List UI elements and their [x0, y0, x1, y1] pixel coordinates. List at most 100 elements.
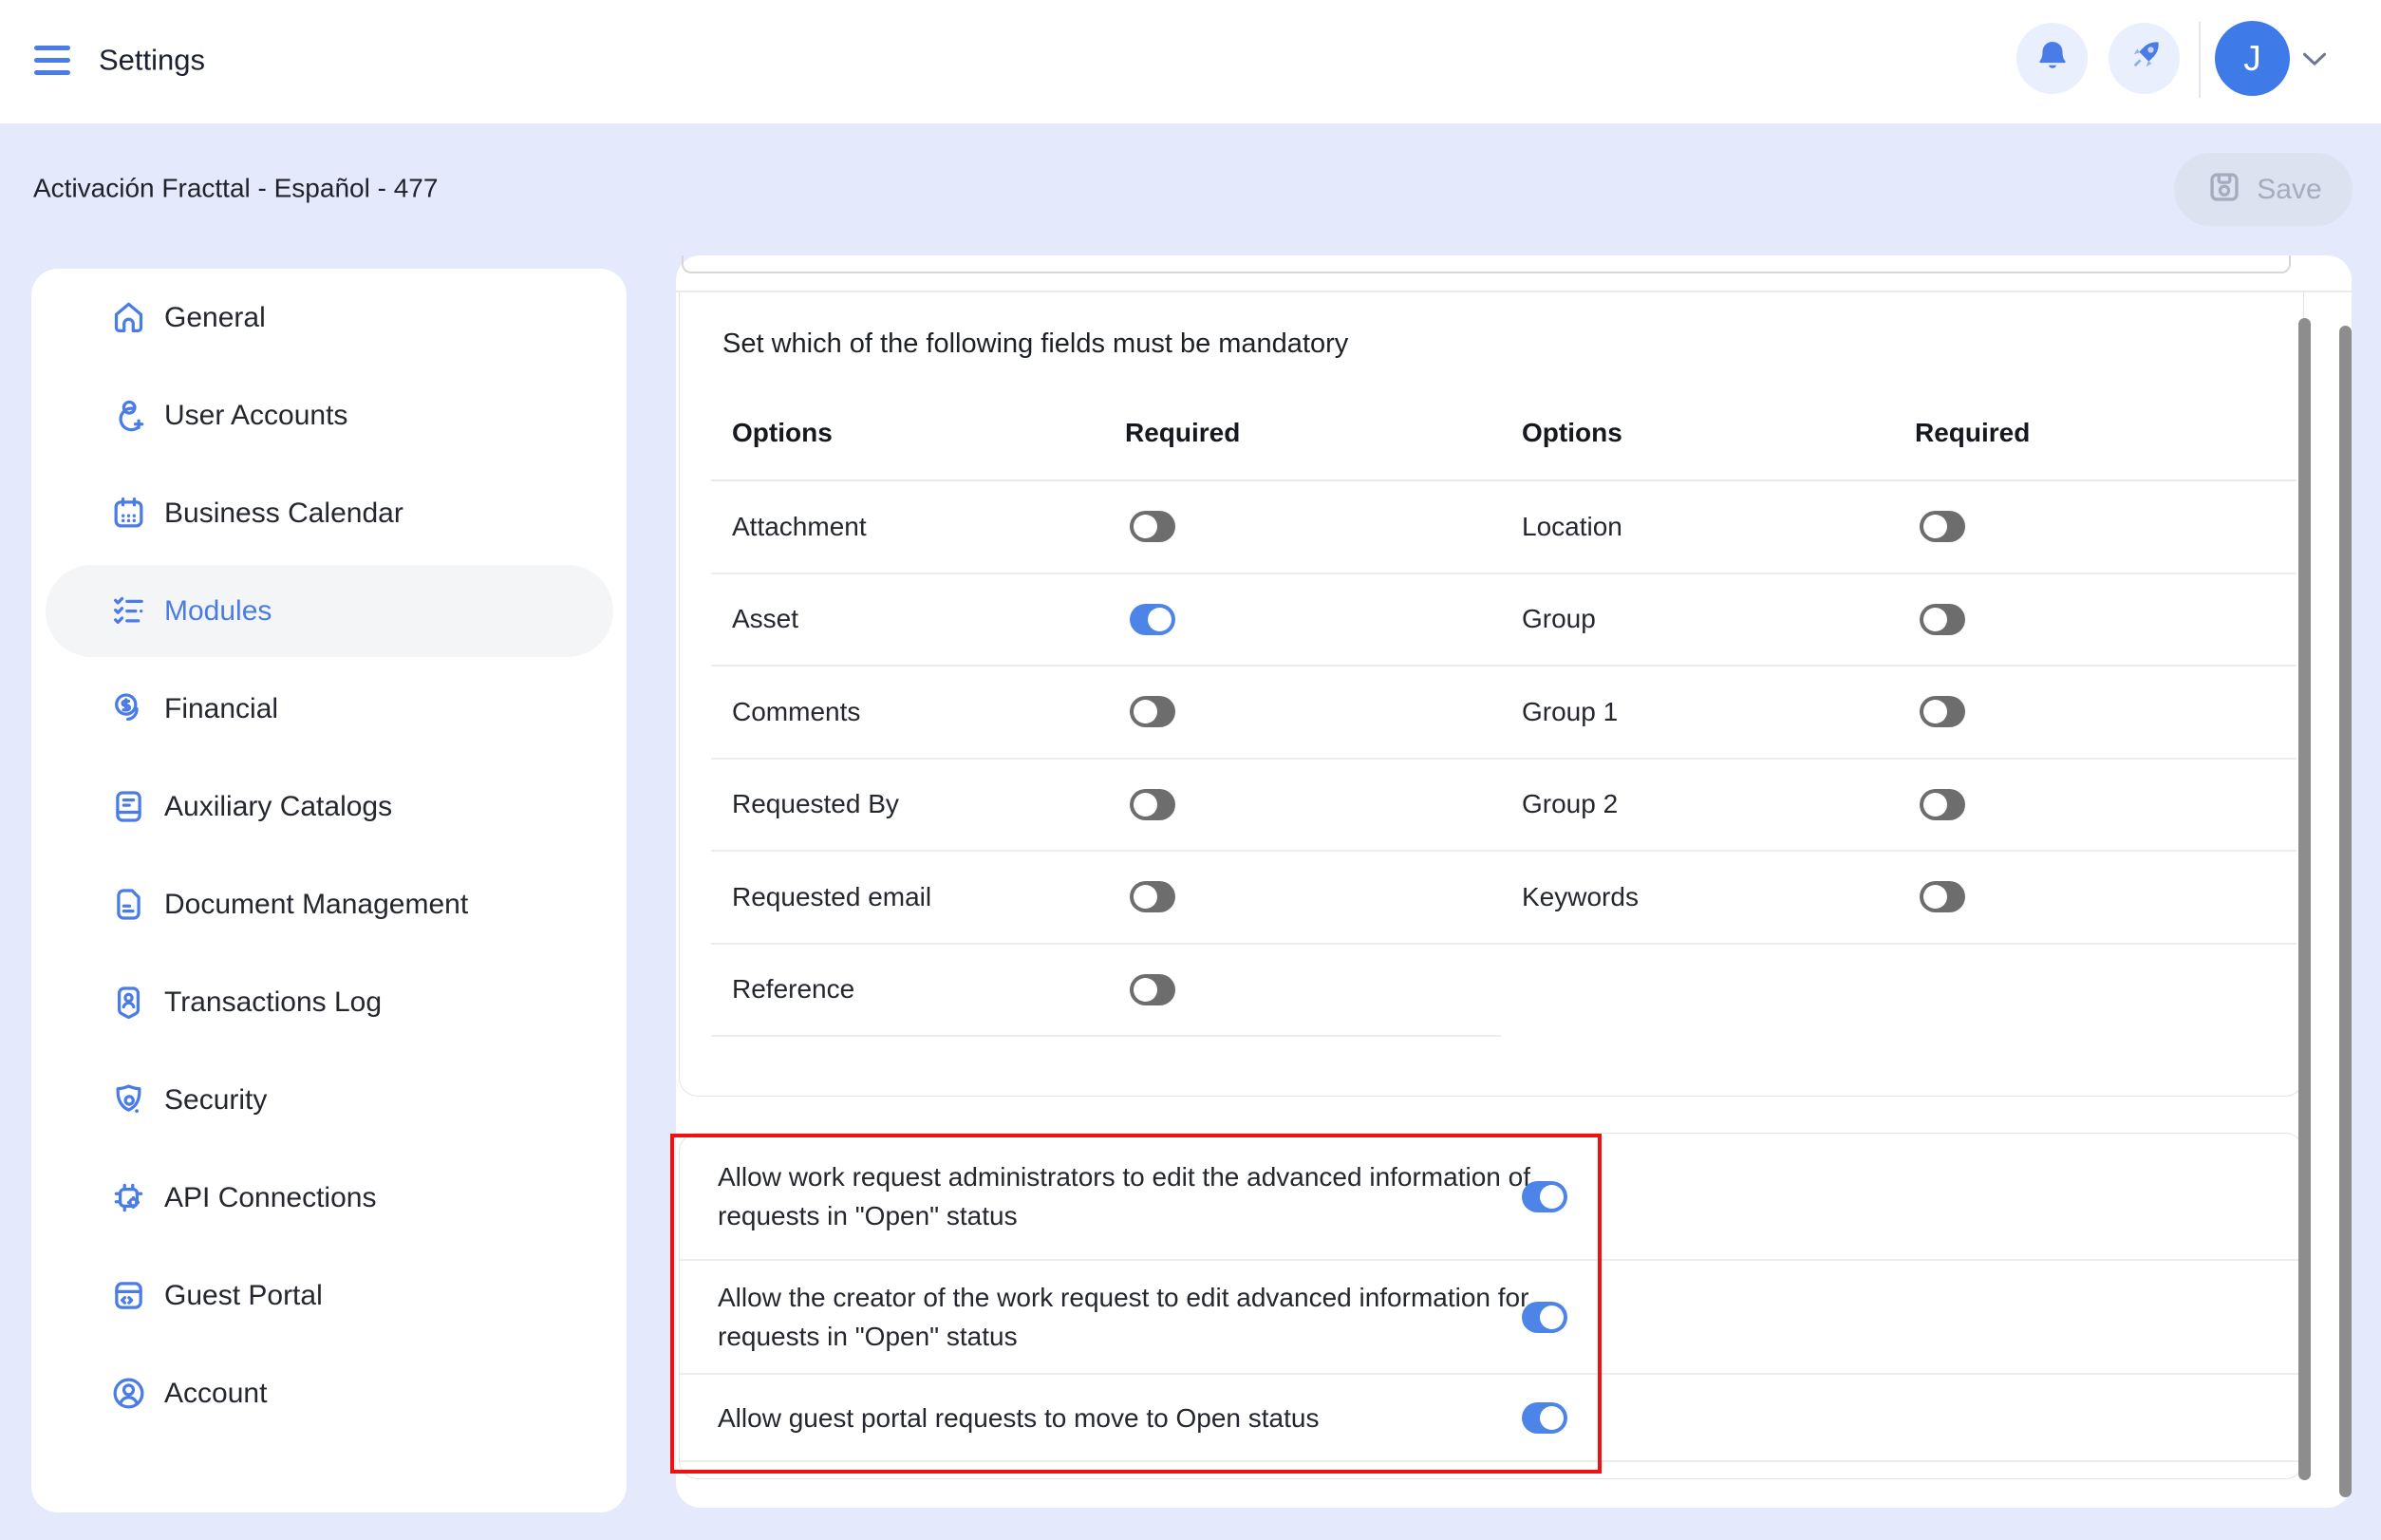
keywords-required-toggle[interactable]: [1920, 881, 1965, 912]
location-required-toggle[interactable]: [1920, 511, 1965, 542]
toggle-knob: [1134, 700, 1157, 723]
inner-scrollbar[interactable]: [2298, 318, 2311, 1480]
sidebar-item-label: Account: [164, 1378, 267, 1410]
setting-row: Allow work request administrators to edi…: [680, 1134, 2303, 1261]
table-row-group: Group: [1501, 574, 2297, 667]
field-label: Requested By: [732, 789, 899, 819]
account-icon: [109, 1374, 148, 1413]
field-label: Attachment: [732, 512, 867, 542]
mandatory-fields-card: Set which of the following fields must b…: [679, 291, 2304, 1097]
chevron-down-icon[interactable]: [2301, 51, 2328, 72]
sidebar-item-auxiliary-catalogs[interactable]: Auxiliary Catalogs: [31, 758, 627, 855]
header-divider: [2199, 22, 2201, 98]
table-row-requested-email: Requested email: [711, 852, 1501, 945]
sidebar-item-business-calendar[interactable]: Business Calendar: [31, 464, 627, 562]
sidebar-item-general[interactable]: General: [31, 269, 627, 366]
sidebar-item-security[interactable]: Security: [31, 1051, 627, 1149]
breadcrumb: Activación Fracttal - Español - 477: [33, 173, 438, 203]
transactions-icon: [109, 983, 148, 1022]
mandatory-fields-title: Set which of the following fields must b…: [722, 329, 1348, 360]
clipped-field-outline: [682, 255, 2291, 273]
field-label: Group 1: [1522, 697, 1618, 727]
mandatory-group-0: Options Required Attachment Asset Comments Re…: [711, 386, 1501, 1037]
field-label: Asset: [732, 604, 798, 634]
sidebar-item-guest-portal[interactable]: Guest Portal: [31, 1247, 627, 1344]
sidebar-item-user-accounts[interactable]: User Accounts: [31, 366, 627, 464]
api-chip-icon: [109, 1178, 148, 1217]
table-row-requested-by: Requested By: [711, 760, 1501, 853]
checklist-icon: [109, 592, 148, 630]
allow-work-request-administrators-to-edi-toggle[interactable]: [1522, 1181, 1567, 1212]
attachment-required-toggle[interactable]: [1130, 511, 1175, 542]
app-header: Settings J: [0, 0, 2381, 123]
requested-by-required-toggle[interactable]: [1130, 789, 1175, 820]
toggle-knob: [1923, 608, 1947, 631]
comments-required-toggle[interactable]: [1130, 696, 1175, 727]
sidebar-item-label: Transactions Log: [164, 986, 382, 1019]
catalog-icon: [109, 787, 148, 826]
toggle-knob: [1134, 978, 1157, 1002]
setting-label: Allow work request administrators to edi…: [718, 1157, 1553, 1235]
bell-icon: [2033, 36, 2072, 81]
save-button[interactable]: Save: [2174, 153, 2353, 226]
options-column-header: Options: [732, 418, 833, 448]
main-panel: Set which of the following fields must b…: [676, 255, 2352, 1508]
menu-icon[interactable]: [34, 46, 70, 75]
field-label: Comments: [732, 697, 860, 727]
sidebar-item-document-management[interactable]: Document Management: [31, 855, 627, 953]
allow-guest-portal-requests-to-move-to-o-toggle[interactable]: [1522, 1402, 1567, 1434]
sidebar-item-label: Guest Portal: [164, 1280, 323, 1312]
setting-label: Allow the creator of the work request to…: [718, 1278, 1553, 1356]
sidebar-item-financial[interactable]: Financial: [31, 660, 627, 758]
reference-required-toggle[interactable]: [1130, 974, 1175, 1005]
toggle-knob: [1134, 885, 1157, 909]
table-row-reference: Reference: [711, 945, 1501, 1038]
outer-scrollbar[interactable]: [2339, 326, 2352, 1497]
table-row-group-1: Group 1: [1501, 667, 2297, 760]
sidebar-item-account[interactable]: Account: [31, 1344, 627, 1442]
sidebar-item-label: Auxiliary Catalogs: [164, 791, 392, 823]
avatar[interactable]: J: [2215, 21, 2290, 96]
table-row-keywords: Keywords: [1501, 852, 2297, 945]
floppy-disk-icon: [2204, 167, 2244, 212]
avatar-initial: J: [2243, 39, 2261, 79]
sidebar-item-api-connections[interactable]: API Connections: [31, 1149, 627, 1247]
table-row-asset: Asset: [711, 574, 1501, 667]
required-column-header: Required: [1125, 418, 1240, 448]
table-row-attachment: Attachment: [711, 481, 1501, 574]
sidebar-item-label: Document Management: [164, 889, 468, 921]
options-column-header: Options: [1522, 418, 1622, 448]
whats-new-button[interactable]: [2109, 23, 2180, 94]
toggle-knob: [1134, 515, 1157, 538]
sidebar-item-transactions-log[interactable]: Transactions Log: [31, 953, 627, 1051]
sidebar-item-label: API Connections: [164, 1182, 376, 1214]
field-label: Requested email: [732, 882, 931, 912]
toggle-knob: [1540, 1406, 1564, 1430]
setting-label: Allow guest portal requests to move to O…: [718, 1399, 1319, 1437]
toggle-knob: [1540, 1185, 1564, 1209]
save-button-label: Save: [2257, 174, 2321, 206]
guest-portal-icon: [109, 1276, 148, 1315]
group-1-required-toggle[interactable]: [1920, 696, 1965, 727]
group-2-required-toggle[interactable]: [1920, 789, 1965, 820]
requested-email-required-toggle[interactable]: [1130, 881, 1175, 912]
toggle-knob: [1540, 1305, 1564, 1329]
dollar-coin-icon: [109, 689, 148, 728]
user-add-icon: [109, 396, 148, 435]
field-label: Keywords: [1522, 882, 1639, 912]
setting-row: Allow the creator of the work request to…: [680, 1261, 2303, 1375]
field-label: Reference: [732, 974, 854, 1005]
allow-the-creator-of-the-work-request-to-toggle[interactable]: [1522, 1302, 1567, 1333]
sidebar-item-label: Modules: [164, 595, 272, 628]
document-icon: [109, 885, 148, 924]
sidebar-item-modules[interactable]: Modules: [31, 562, 627, 660]
mandatory-table: Options Required Attachment Asset Comments Re…: [711, 386, 2297, 1037]
sidebar-item-label: Financial: [164, 693, 278, 725]
table-row-group-2: Group 2: [1501, 760, 2297, 853]
notifications-button[interactable]: [2016, 23, 2088, 94]
home-icon: [109, 298, 148, 337]
group-required-toggle[interactable]: [1920, 604, 1965, 635]
shield-icon: [109, 1080, 148, 1119]
asset-required-toggle[interactable]: [1130, 604, 1175, 635]
required-column-header: Required: [1915, 418, 2030, 448]
